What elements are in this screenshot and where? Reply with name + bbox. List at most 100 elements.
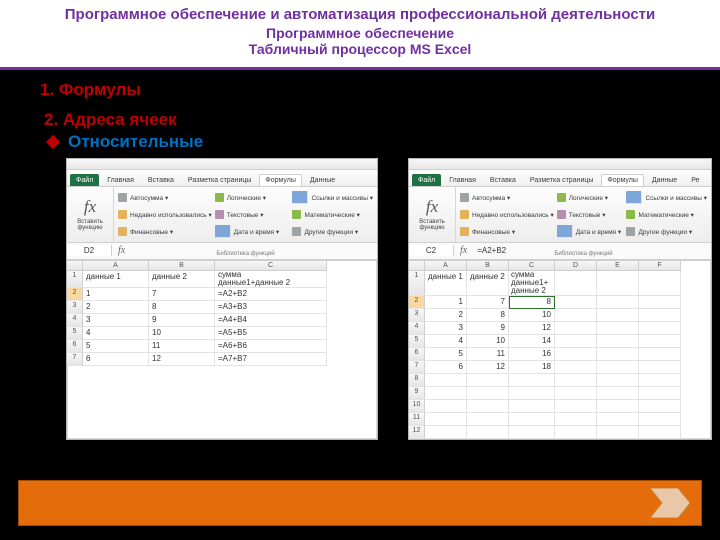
cell[interactable] xyxy=(555,374,597,387)
ribbon-financial[interactable]: Финансовые ▾ xyxy=(118,224,212,240)
row-header[interactable]: 1 xyxy=(67,271,83,288)
cell[interactable] xyxy=(425,426,467,439)
row-header[interactable]: 8 xyxy=(409,374,425,387)
tab-layout[interactable]: Разметка страницы xyxy=(182,174,258,186)
cell[interactable]: 14 xyxy=(509,335,555,348)
cell[interactable] xyxy=(555,309,597,322)
cell[interactable]: 12 xyxy=(467,361,509,374)
ribbon-lookup[interactable]: Ссылки и массивы ▾ xyxy=(292,190,373,206)
cell[interactable]: 11 xyxy=(467,348,509,361)
cell[interactable]: 4 xyxy=(83,327,149,340)
row-header[interactable]: 7 xyxy=(409,361,425,374)
cell[interactable] xyxy=(425,400,467,413)
tab-home[interactable]: Главная xyxy=(443,174,482,186)
cell[interactable]: данные 1 xyxy=(425,271,467,296)
cell[interactable] xyxy=(597,361,639,374)
tab-home[interactable]: Главная xyxy=(101,174,140,186)
row-header[interactable]: 11 xyxy=(409,413,425,426)
cell[interactable] xyxy=(597,348,639,361)
cell[interactable] xyxy=(509,413,555,426)
tab-insert[interactable]: Вставка xyxy=(142,174,180,186)
cell[interactable] xyxy=(639,387,681,400)
cell[interactable]: =A7+B7 xyxy=(215,353,327,366)
col-header[interactable]: F xyxy=(639,261,681,271)
cell[interactable] xyxy=(639,348,681,361)
cell[interactable]: =A6+B6 xyxy=(215,340,327,353)
ribbon-math[interactable]: Математические ▾ xyxy=(626,207,707,223)
cell[interactable] xyxy=(555,413,597,426)
tab-layout[interactable]: Разметка страницы xyxy=(524,174,600,186)
cell[interactable]: 8 xyxy=(509,296,555,309)
cell[interactable]: 1 xyxy=(83,288,149,301)
row-header[interactable]: 7 xyxy=(67,353,83,366)
cell[interactable]: =A2+B2 xyxy=(215,288,327,301)
ribbon-autosum[interactable]: Автосумма ▾ xyxy=(460,190,554,206)
cell[interactable] xyxy=(597,309,639,322)
name-box[interactable]: D2 xyxy=(67,245,112,256)
ribbon-autosum[interactable]: Автосумма ▾ xyxy=(118,190,212,206)
cell[interactable] xyxy=(639,296,681,309)
cell[interactable] xyxy=(467,413,509,426)
row-header[interactable]: 2 xyxy=(67,288,83,301)
cell[interactable] xyxy=(597,413,639,426)
cell[interactable]: данные 2 xyxy=(467,271,509,296)
name-box[interactable]: C2 xyxy=(409,245,454,256)
col-header[interactable]: A xyxy=(425,261,467,271)
cell[interactable] xyxy=(555,400,597,413)
col-header[interactable]: C xyxy=(215,261,327,271)
row-header[interactable]: 1 xyxy=(409,271,425,296)
cell[interactable]: 12 xyxy=(149,353,215,366)
cell[interactable]: 18 xyxy=(509,361,555,374)
cell[interactable] xyxy=(597,400,639,413)
col-header[interactable]: B xyxy=(149,261,215,271)
ribbon-datetime[interactable]: Дата и время ▾ xyxy=(215,224,290,240)
cell[interactable] xyxy=(639,426,681,439)
ribbon-recent[interactable]: Недавно использовались ▾ xyxy=(460,207,554,223)
cell[interactable]: 3 xyxy=(83,314,149,327)
cell[interactable] xyxy=(555,348,597,361)
cell[interactable]: данные 1 xyxy=(83,271,149,288)
cell[interactable]: 10 xyxy=(509,309,555,322)
cell[interactable] xyxy=(597,426,639,439)
cell[interactable] xyxy=(509,387,555,400)
cell[interactable]: 2 xyxy=(83,301,149,314)
cell[interactable]: 10 xyxy=(467,335,509,348)
row-header[interactable]: 4 xyxy=(409,322,425,335)
cell[interactable]: данные 2 xyxy=(149,271,215,288)
cell[interactable] xyxy=(509,400,555,413)
cell[interactable] xyxy=(639,322,681,335)
cell[interactable]: 9 xyxy=(467,322,509,335)
col-header[interactable]: A xyxy=(83,261,149,271)
row-header[interactable]: 12 xyxy=(409,426,425,439)
cell[interactable] xyxy=(597,374,639,387)
formula-input[interactable]: =A2+B2 xyxy=(473,246,711,255)
cell[interactable] xyxy=(597,387,639,400)
ribbon-datetime[interactable]: Дата и время ▾ xyxy=(557,224,624,240)
cell[interactable] xyxy=(639,374,681,387)
tab-formulas[interactable]: Формулы xyxy=(259,174,301,186)
cell[interactable] xyxy=(509,426,555,439)
ribbon-lookup[interactable]: Ссылки и массивы ▾ xyxy=(626,190,707,206)
cell[interactable] xyxy=(555,296,597,309)
row-header[interactable]: 3 xyxy=(67,301,83,314)
cell[interactable] xyxy=(555,426,597,439)
cell[interactable]: 8 xyxy=(149,301,215,314)
row-header[interactable]: 10 xyxy=(409,400,425,413)
col-header[interactable]: C xyxy=(509,261,555,271)
cell[interactable]: сумма данные1+ данные 2 xyxy=(509,271,555,296)
ribbon-text[interactable]: Текстовые ▾ xyxy=(557,207,624,223)
cell[interactable] xyxy=(555,335,597,348)
tab-review[interactable]: Ре xyxy=(685,174,705,186)
tab-file[interactable]: Файл xyxy=(412,174,441,186)
cell[interactable]: 12 xyxy=(509,322,555,335)
tab-data[interactable]: Данные xyxy=(304,174,341,186)
row-header[interactable]: 4 xyxy=(67,314,83,327)
cell[interactable]: 16 xyxy=(509,348,555,361)
row-header[interactable]: 3 xyxy=(409,309,425,322)
cell[interactable] xyxy=(467,426,509,439)
row-header[interactable]: 9 xyxy=(409,387,425,400)
col-header[interactable]: B xyxy=(467,261,509,271)
cell[interactable] xyxy=(425,387,467,400)
cell[interactable] xyxy=(597,335,639,348)
select-all-corner[interactable] xyxy=(409,261,425,271)
